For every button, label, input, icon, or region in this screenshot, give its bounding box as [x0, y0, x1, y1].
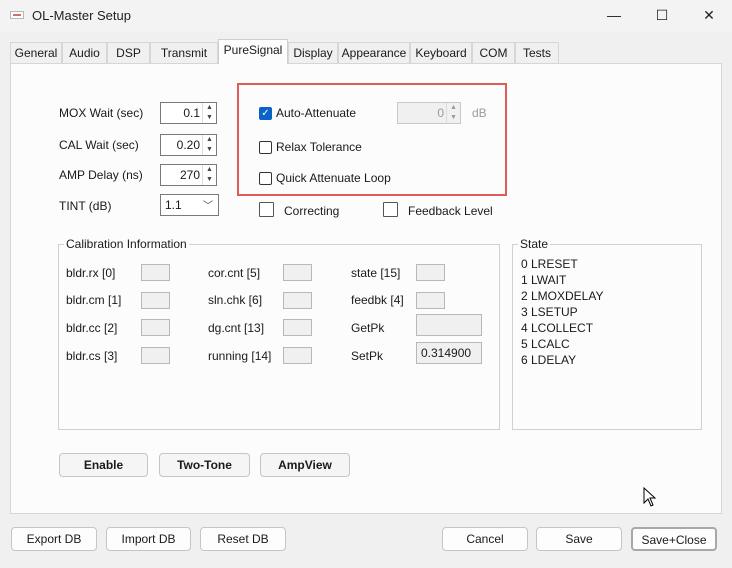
two-tone-button[interactable]: Two-Tone: [159, 453, 250, 477]
state-item: 1 LWAIT: [521, 273, 567, 287]
correcting-checkbox[interactable]: [259, 202, 274, 217]
cancel-button[interactable]: Cancel: [442, 527, 528, 551]
mox-wait-label: MOX Wait (sec): [59, 106, 144, 120]
state-item: 0 LRESET: [521, 257, 578, 271]
setpk-box: 0.314900: [416, 342, 482, 364]
auto-attenuate-checkbox[interactable]: ✓: [259, 107, 272, 120]
cal-wait-spinner[interactable]: 0.20 ▲ ▼: [160, 134, 217, 156]
save-button[interactable]: Save: [536, 527, 622, 551]
mouse-cursor-icon: [643, 487, 657, 507]
auto-attenuate-spinner[interactable]: 0 ▲ ▼: [397, 102, 461, 124]
state-item: 4 LCOLLECT: [521, 321, 594, 335]
quick-attenuate-loop-checkbox[interactable]: [259, 172, 272, 185]
tab-audio[interactable]: Audio: [62, 42, 107, 63]
cal-label: sln.chk [6]: [208, 293, 263, 307]
amp-delay-label: AMP Delay (ns): [59, 168, 143, 182]
feedback-level-label: Feedback Level: [408, 204, 493, 218]
cal-label: bldr.cm [1]: [66, 293, 122, 307]
cal-label: bldr.cc [2]: [66, 321, 118, 335]
tab-com[interactable]: COM: [472, 42, 515, 63]
app-icon: [10, 11, 24, 19]
cal-value-box: [141, 292, 170, 309]
tint-value: 1.1: [165, 198, 182, 212]
tint-label: TINT (dB): [59, 199, 112, 213]
auto-attenuate-label: Auto-Attenuate: [276, 106, 357, 120]
feedback-level-checkbox[interactable]: [383, 202, 398, 217]
ampview-button[interactable]: AmpView: [260, 453, 350, 477]
amp-delay-value: 270: [179, 168, 200, 182]
spin-down-icon[interactable]: ▼: [447, 113, 460, 123]
spin-up-icon[interactable]: ▲: [203, 103, 216, 113]
mox-wait-spinner[interactable]: 0.1 ▲ ▼: [160, 102, 217, 124]
spin-up-icon[interactable]: ▲: [203, 135, 216, 145]
state-title: State: [518, 237, 551, 251]
tab-tests[interactable]: Tests: [515, 42, 559, 63]
spin-down-icon[interactable]: ▼: [203, 145, 216, 155]
tab-puresignal[interactable]: PureSignal: [218, 39, 288, 64]
cal-label: dg.cnt [13]: [208, 321, 265, 335]
tab-transmit[interactable]: Transmit: [150, 42, 218, 63]
spin-down-icon[interactable]: ▼: [203, 113, 216, 123]
cal-label: state [15]: [351, 266, 401, 280]
spin-down-icon[interactable]: ▼: [203, 175, 216, 185]
spin-up-icon[interactable]: ▲: [447, 103, 460, 113]
minimize-icon[interactable]: —: [591, 0, 637, 32]
quick-attenuate-loop-label: Quick Attenuate Loop: [276, 171, 391, 185]
tab-general[interactable]: General: [10, 42, 62, 63]
cal-value-box: [283, 292, 312, 309]
tint-dropdown[interactable]: 1.1 ﹀: [160, 194, 219, 216]
cal-label: SetPk: [351, 349, 384, 363]
window-title: OL-Master Setup: [32, 8, 131, 23]
mox-wait-value: 0.1: [183, 106, 200, 120]
maximize-icon[interactable]: ☐: [639, 0, 685, 32]
cal-value-box: [416, 292, 445, 309]
state-item: 2 LMOXDELAY: [521, 289, 604, 303]
state-item: 6 LDELAY: [521, 353, 577, 367]
cal-value-box: [416, 264, 445, 281]
cal-value-box: [283, 264, 312, 281]
cal-label: feedbk [4]: [351, 293, 404, 307]
cal-value-box: [141, 319, 170, 336]
cal-value-box: [141, 264, 170, 281]
state-item: 5 LCALC: [521, 337, 570, 351]
spin-up-icon[interactable]: ▲: [203, 165, 216, 175]
cal-label: bldr.cs [3]: [66, 349, 118, 363]
state-item: 3 LSETUP: [521, 305, 578, 319]
relax-tolerance-checkbox[interactable]: [259, 141, 272, 154]
save-close-button[interactable]: Save+Close: [631, 527, 717, 551]
chevron-down-icon: ﹀: [203, 201, 213, 212]
relax-tolerance-label: Relax Tolerance: [276, 140, 362, 154]
cal-value-box: [283, 347, 312, 364]
getpk-box: [416, 314, 482, 336]
correcting-label: Correcting: [284, 204, 340, 218]
auto-attenuate-value: 0: [437, 106, 444, 120]
cal-label: cor.cnt [5]: [208, 266, 261, 280]
tab-dsp[interactable]: DSP: [107, 42, 150, 63]
cal-wait-value: 0.20: [176, 138, 200, 152]
export-db-button[interactable]: Export DB: [11, 527, 97, 551]
amp-delay-spinner[interactable]: 270 ▲ ▼: [160, 164, 217, 186]
reset-db-button[interactable]: Reset DB: [200, 527, 286, 551]
cal-wait-label: CAL Wait (sec): [59, 138, 139, 152]
tab-display[interactable]: Display: [288, 42, 338, 63]
state-list: 0 LRESET 1 LWAIT 2 LMOXDELAY 3 LSETUP 4 …: [521, 256, 603, 368]
cal-value-box: [141, 347, 170, 364]
tab-appearance[interactable]: Appearance: [338, 42, 410, 63]
enable-button[interactable]: Enable: [59, 453, 148, 477]
cal-label: bldr.rx [0]: [66, 266, 116, 280]
cal-label: running [14]: [208, 349, 272, 363]
close-icon[interactable]: ✕: [686, 0, 732, 32]
calibration-title: Calibration Information: [64, 237, 189, 251]
import-db-button[interactable]: Import DB: [106, 527, 191, 551]
cal-label: GetPk: [351, 321, 385, 335]
db-unit-label: dB: [472, 106, 487, 120]
cal-value-box: [283, 319, 312, 336]
tab-keyboard[interactable]: Keyboard: [410, 42, 472, 63]
